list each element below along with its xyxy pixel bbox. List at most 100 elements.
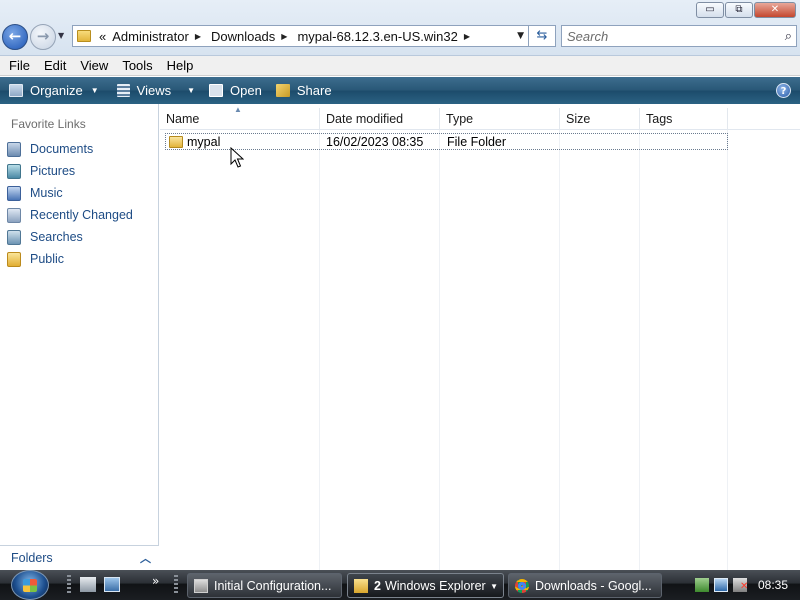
address-dropdown-icon[interactable]: ▼	[517, 31, 524, 41]
column-divider	[559, 130, 560, 570]
favorite-link-searches[interactable]: Searches	[7, 227, 83, 247]
breadcrumb-administrator[interactable]: Administrator ▶	[112, 29, 205, 44]
open-button[interactable]: Open	[203, 77, 268, 104]
breadcrumb-overflow[interactable]: «	[99, 29, 106, 44]
favorite-link-label: Searches	[30, 230, 83, 244]
favorite-link-music[interactable]: Music	[7, 183, 63, 203]
favorite-link-recently-changed[interactable]: Recently Changed	[7, 205, 133, 225]
taskbar-button-label: Windows Explorer	[384, 578, 486, 593]
search-icon[interactable]: ⌕	[785, 29, 792, 44]
back-arrow-icon: ←	[8, 27, 22, 45]
forward-button[interactable]: →	[30, 24, 56, 50]
organize-button[interactable]: Organize ▼	[0, 77, 105, 104]
favorite-link-documents[interactable]: Documents	[7, 139, 93, 159]
network-icon[interactable]	[695, 578, 709, 592]
navigation-pane: Favorite Links Documents Pictures Music …	[0, 104, 159, 570]
breadcrumb-arrow-icon[interactable]: ▶	[464, 32, 470, 41]
show-desktop-icon[interactable]	[104, 577, 120, 592]
menu-tools[interactable]: Tools	[116, 58, 158, 73]
close-button[interactable]: ✕	[754, 2, 796, 18]
favorite-link-pictures[interactable]: Pictures	[7, 161, 75, 181]
search-box[interactable]: ⌕	[561, 25, 797, 47]
search-input[interactable]	[567, 28, 767, 44]
taskbar-button-chrome-downloads[interactable]: Downloads - Googl...	[508, 573, 662, 598]
volume-muted-icon[interactable]: ✕	[733, 578, 748, 592]
display-icon[interactable]	[714, 578, 728, 592]
column-header-type[interactable]: Type	[440, 108, 560, 130]
favorite-link-label: Music	[30, 186, 63, 200]
server-manager-icon[interactable]	[80, 577, 96, 592]
toolbar-grip[interactable]	[174, 575, 178, 595]
command-toolbar: Organize ▼ Views ▼ Open Share ?	[0, 77, 800, 104]
breadcrumb-label: Downloads	[210, 28, 276, 44]
share-icon	[275, 84, 290, 97]
column-header-name[interactable]: ▲ Name	[160, 105, 320, 130]
file-name[interactable]: mypal	[187, 135, 220, 149]
share-button[interactable]: Share	[270, 77, 338, 104]
folder-icon	[169, 135, 183, 148]
column-divider	[639, 130, 640, 570]
favorite-link-label: Pictures	[30, 164, 76, 178]
views-icon	[116, 84, 130, 97]
chevron-down-icon: ▼	[490, 582, 498, 591]
chevron-down-icon[interactable]: ▼	[187, 86, 195, 95]
mouse-pointer-icon	[230, 147, 244, 168]
sort-ascending-icon: ▲	[234, 105, 242, 114]
folders-toggle[interactable]: Folders ︿	[0, 545, 159, 570]
taskbar-group-count: 2	[374, 578, 381, 593]
column-divider	[439, 130, 440, 570]
windows-logo-icon	[23, 579, 37, 592]
column-header-tags[interactable]: Tags	[640, 108, 728, 130]
column-header-size[interactable]: Size	[560, 108, 640, 130]
favorite-links-heading: Favorite Links	[11, 117, 86, 131]
taskbar-button-initial-configuration[interactable]: Initial Configuration...	[187, 573, 342, 598]
breadcrumb-label: mypal-68.12.3.en-US.win32	[297, 28, 458, 44]
pictures-icon	[7, 163, 21, 179]
file-list: ▲ Name Date modified Type Size Tags mypa…	[160, 104, 800, 570]
open-label: Open	[230, 83, 262, 98]
minimize-button[interactable]: ▭	[696, 2, 724, 18]
menu-help[interactable]: Help	[161, 58, 200, 73]
column-header-label: Date modified	[326, 112, 404, 126]
column-header-label: Type	[446, 112, 474, 126]
views-label: Views	[136, 83, 172, 98]
address-bar[interactable]: « Administrator ▶ Downloads ▶ mypal-68.1…	[72, 25, 529, 47]
help-icon: ?	[780, 86, 787, 97]
help-button[interactable]: ?	[776, 83, 791, 98]
folder-icon	[77, 30, 91, 42]
clock[interactable]: 08:35	[758, 578, 788, 592]
breadcrumb-arrow-icon[interactable]: ▶	[281, 32, 287, 41]
chevron-down-icon: ▼	[90, 86, 99, 95]
organize-icon	[9, 84, 23, 97]
column-header-date-modified[interactable]: Date modified	[320, 108, 440, 130]
menu-view[interactable]: View	[74, 58, 114, 73]
menu-bar: File Edit View Tools Help	[0, 56, 800, 76]
chrome-icon	[515, 578, 529, 593]
menu-edit[interactable]: Edit	[38, 58, 72, 73]
column-header-label: Tags	[646, 112, 673, 126]
table-row[interactable]: mypal 16/02/2023 08:35 File Folder	[165, 133, 728, 150]
favorite-link-label: Documents	[30, 142, 94, 156]
breadcrumb-downloads[interactable]: Downloads ▶	[211, 29, 291, 44]
maximize-button[interactable]: ⧉	[725, 2, 753, 18]
toolbar-grip[interactable]	[67, 575, 71, 595]
refresh-button[interactable]: ⇆	[529, 25, 556, 47]
recent-pages-dropdown[interactable]: ▼	[58, 31, 64, 40]
searches-icon	[7, 229, 21, 245]
breadcrumb-mypal-folder[interactable]: mypal-68.12.3.en-US.win32 ▶	[297, 29, 474, 44]
views-button[interactable]: Views ▼	[111, 77, 201, 104]
favorite-link-label: Recently Changed	[30, 208, 133, 222]
column-header-row: ▲ Name Date modified Type Size Tags	[160, 105, 800, 130]
breadcrumb-arrow-icon[interactable]: ▶	[195, 32, 201, 41]
favorite-link-public[interactable]: Public	[7, 249, 64, 269]
start-button[interactable]	[11, 570, 49, 600]
column-header-label: Size	[566, 112, 591, 126]
breadcrumb-label: Administrator	[112, 28, 189, 44]
back-button[interactable]: ←	[2, 24, 28, 50]
menu-file[interactable]: File	[3, 58, 36, 73]
taskbar-button-windows-explorer[interactable]: 2 Windows Explorer ▼	[347, 573, 504, 598]
chevron-up-icon[interactable]: ︿	[140, 550, 151, 566]
quicklaunch-overflow-button[interactable]: »	[152, 574, 159, 588]
refresh-icon: ⇆	[536, 28, 548, 43]
column-divider	[727, 130, 728, 570]
